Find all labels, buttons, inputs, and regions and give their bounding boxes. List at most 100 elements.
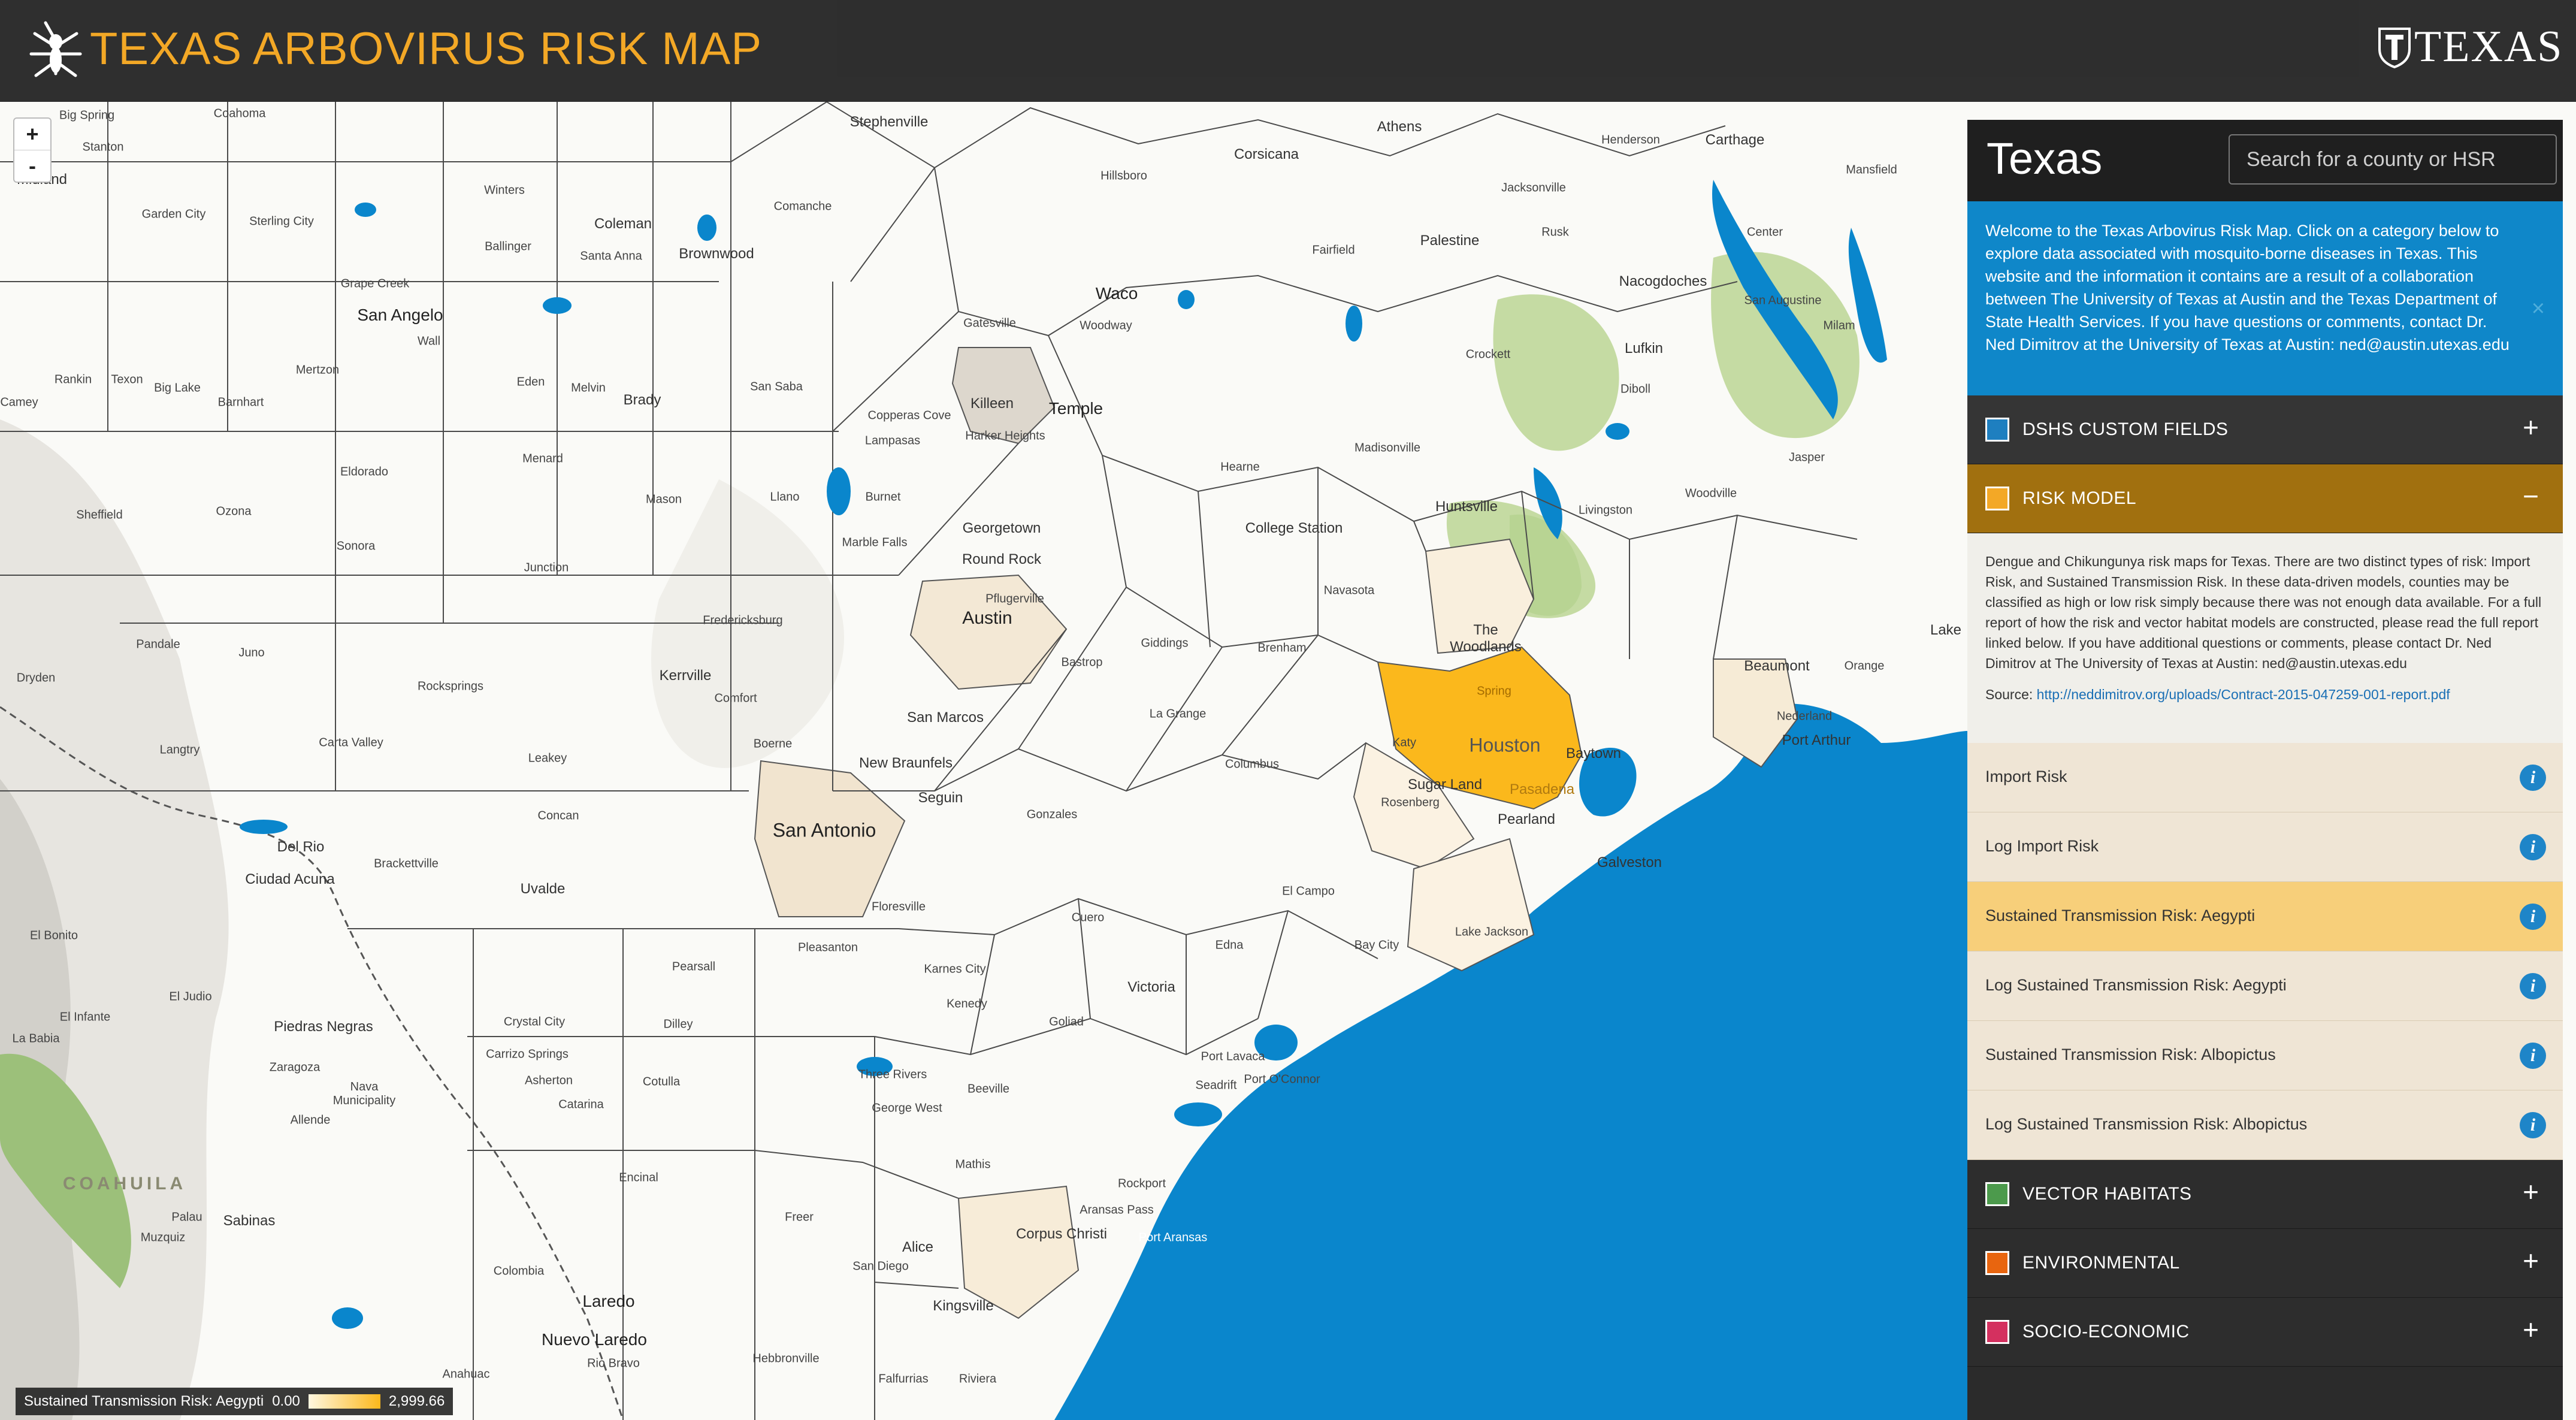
place-fredericksburg: Fredericksburg [703,614,783,627]
layer-label: Log Sustained Transmission Risk: Aegypti [1985,976,2287,994]
app-header: TEXAS ARBOVIRUS RISK MAP TEXAS [0,0,2576,102]
place-hearne: Hearne [1220,460,1260,474]
close-icon[interactable]: × [2532,297,2545,320]
place-barnhart: Barnhart [217,395,264,409]
info-icon[interactable]: i [2520,904,2546,930]
place-coleman: Coleman [594,216,652,232]
university-wordmark[interactable]: TEXAS [2414,22,2563,72]
info-icon[interactable]: i [2520,1112,2546,1138]
place-floresville: Floresville [871,900,926,914]
place-fairfield: Fairfield [1312,243,1355,257]
place-carrizo-springs: Carrizo Springs [486,1047,569,1061]
place-juno: Juno [238,646,265,660]
layer-import-risk[interactable]: Import Risk i [1967,743,2563,812]
zoom-in-button[interactable]: + [14,119,50,150]
expand-icon[interactable]: + [2523,1247,2539,1274]
place-houston: Houston [1469,734,1541,756]
place-pearsall: Pearsall [672,960,716,974]
place-new-braunfels: New Braunfels [858,755,953,771]
place-beaumont: Beaumont [1744,658,1810,674]
collapse-icon[interactable]: − [2523,482,2539,510]
place-corpus-christi: Corpus Christi [1015,1226,1108,1242]
category-label: SOCIO-ECONOMIC [2022,1322,2190,1342]
place-sheffield: Sheffield [76,508,123,522]
place-ciudad-acuna: Ciudad Acuna [245,871,335,887]
place-round-rock: Round Rock [962,551,1042,567]
place-port-arthur: Port Arthur [1782,732,1851,748]
place-santa-anna: Santa Anna [580,249,642,263]
place-stanton: Stanton [82,140,124,154]
place-la-grange: La Grange [1149,707,1207,721]
layer-label: Log Sustained Transmission Risk: Albopic… [1985,1115,2308,1133]
place-jasper: Jasper [1788,451,1825,464]
place-big-spring: Big Spring [59,108,115,122]
place-woodville: Woodville [1685,487,1737,500]
place-hebbronville: Hebbronville [752,1352,820,1365]
place-hillsboro: Hillsboro [1100,169,1147,183]
place-milam: Milam [1823,319,1855,333]
search-input[interactable] [2229,134,2557,185]
layer-sustained-transmission-albopictus[interactable]: Sustained Transmission Risk: Albopictus … [1967,1021,2563,1090]
description-text: Dengue and Chikungunya risk maps for Tex… [1985,554,2542,671]
place-pflugerville: Pflugerville [985,592,1044,606]
place-langtry: Langtry [159,743,200,757]
place-columbus: Columbus [1224,757,1280,771]
legend-label: Sustained Transmission Risk: Aegypti [24,1393,264,1409]
category-label: RISK MODEL [2022,488,2137,508]
place-sterling-city: Sterling City [249,214,314,228]
category-dshs-custom-fields[interactable]: DSHS CUSTOM FIELDS + [1967,395,2563,464]
place-texon: Texon [111,373,143,386]
place-victoria: Victoria [1127,979,1175,995]
legend-max: 2,999.66 [388,1393,445,1409]
place-leakey: Leakey [528,751,567,765]
source-link[interactable]: http://neddimitrov.org/uploads/Contract-… [2037,687,2450,702]
category-socio-economic[interactable]: SOCIO-ECONOMIC + [1967,1298,2563,1367]
place-rockport: Rockport [1117,1177,1166,1191]
layer-log-sustained-transmission-albopictus[interactable]: Log Sustained Transmission Risk: Albopic… [1967,1090,2563,1160]
category-swatch [1985,1182,2009,1206]
info-icon[interactable]: i [2520,1043,2546,1069]
place-livingston: Livingston [1578,503,1633,517]
expand-icon[interactable]: + [2523,1178,2539,1206]
category-risk-model[interactable]: RISK MODEL − [1967,464,2563,533]
layer-log-import-risk[interactable]: Log Import Risk i [1967,812,2563,882]
place-lake-jackson: Lake Jackson [1455,925,1529,939]
info-icon[interactable]: i [2520,765,2546,791]
info-icon[interactable]: i [2520,834,2546,860]
layer-label: Sustained Transmission Risk: Aegypti [1985,907,2255,924]
ut-shield-icon [2378,28,2411,68]
expand-icon[interactable]: + [2523,1316,2539,1343]
place-uvalde: Uvalde [520,881,566,897]
place-carta-valley: Carta Valley [319,736,383,750]
place-nava-municipality: Nava Municipality [332,1080,396,1107]
category-environmental[interactable]: ENVIRONMENTAL + [1967,1229,2563,1298]
region-coahuila: COAHUILA [62,1174,187,1194]
panel-title: Texas [1987,134,2103,183]
place-mansfield: Mansfield [1846,163,1897,177]
layer-label: Sustained Transmission Risk: Albopictus [1985,1046,2276,1064]
place-mason: Mason [645,493,682,506]
place-el-infante: El Infante [59,1010,111,1024]
zoom-out-button[interactable]: - [14,150,50,182]
info-icon[interactable]: i [2520,973,2546,999]
app-root: Big Spring Coahoma Stanton Midland Garde… [0,0,2576,1420]
place-falfurrias: Falfurrias [878,1372,929,1386]
place-rankin: Rankin [54,373,92,386]
layer-sustained-transmission-aegypti[interactable]: Sustained Transmission Risk: Aegypti i [1967,882,2563,951]
place-alice: Alice [902,1239,934,1255]
expand-icon[interactable]: + [2523,413,2539,441]
place-karnes-city: Karnes City [924,962,986,976]
place-seadrift: Seadrift [1195,1078,1237,1092]
place-comanche: Comanche [773,200,832,213]
place-kingsville: Kingsville [933,1298,994,1314]
place-brenham: Brenham [1257,641,1307,655]
place-freer: Freer [785,1210,814,1224]
place-concan: Concan [537,809,579,823]
category-label: VECTOR HABITATS [2022,1184,2192,1204]
place-bay-city: Bay City [1354,938,1399,952]
layer-log-sustained-transmission-aegypti[interactable]: Log Sustained Transmission Risk: Aegypti… [1967,951,2563,1021]
category-vector-habitats[interactable]: VECTOR HABITATS + [1967,1160,2563,1229]
place-grape-creek: Grape Creek [340,277,410,291]
place-giddings: Giddings [1141,636,1189,650]
place-gonzales: Gonzales [1026,808,1078,821]
